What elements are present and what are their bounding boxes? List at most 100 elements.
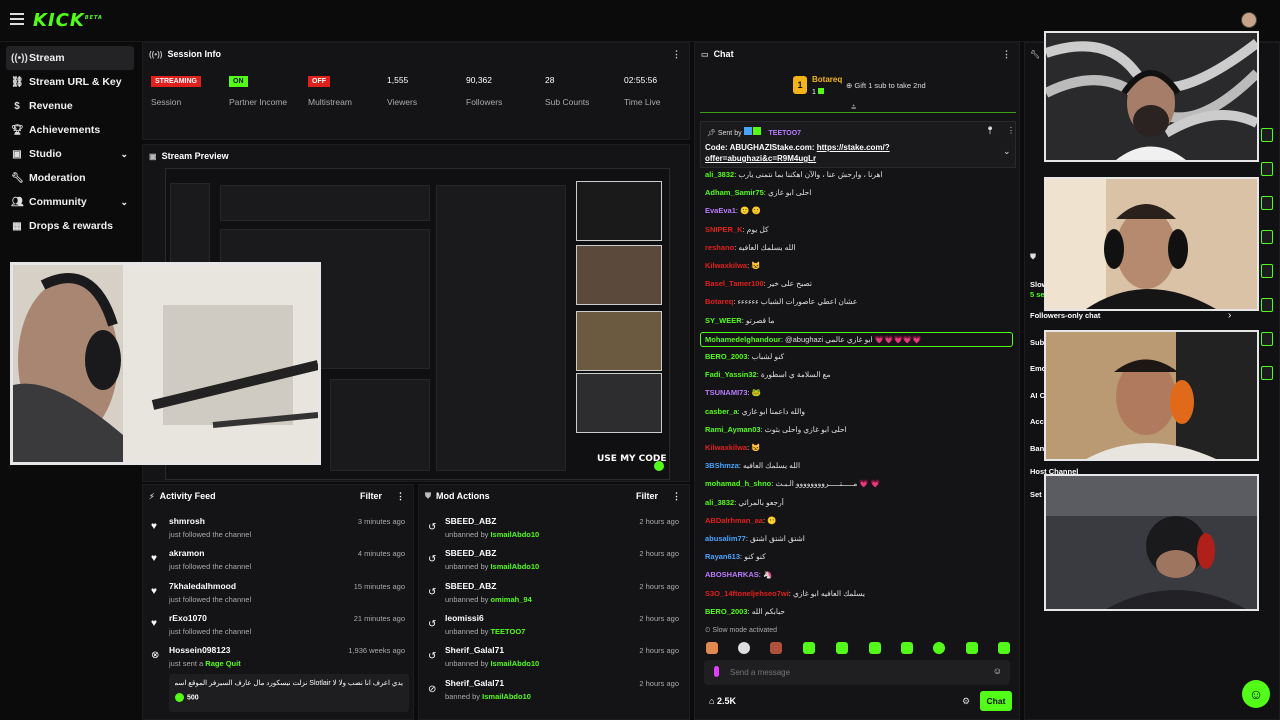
chat-username[interactable]: ABDalrhman_aa bbox=[705, 516, 763, 525]
feed-username[interactable]: akramon bbox=[169, 548, 204, 558]
chat-username[interactable]: EvaEva1 bbox=[705, 206, 736, 215]
more-options-icon[interactable]: ⋮ bbox=[1002, 49, 1011, 60]
sent-by-user[interactable]: TEETOO7 bbox=[769, 130, 802, 137]
setting-account-age[interactable]: Acc bbox=[1030, 417, 1044, 426]
chat-username[interactable]: Botareq bbox=[705, 297, 733, 306]
sidebar-item-stream-url[interactable]: ⛓ Stream URL & Key bbox=[6, 70, 134, 94]
mod-by[interactable]: TEETOO7 bbox=[490, 627, 525, 636]
settings-gear-icon[interactable]: ⚙ bbox=[962, 696, 970, 707]
kick-logo[interactable]: KICKBETA bbox=[33, 10, 103, 31]
chevron-right-icon[interactable]: › bbox=[1228, 310, 1231, 321]
setting-ai-chat[interactable]: AI C bbox=[1030, 391, 1045, 400]
chat-username[interactable]: S3O_14ftoneljehseo7wi bbox=[705, 589, 789, 598]
chat-username[interactable]: reshano bbox=[705, 243, 734, 252]
toggle-icon[interactable] bbox=[1261, 332, 1273, 346]
toggle-icon[interactable] bbox=[1261, 298, 1273, 312]
sidebar-item-drops[interactable]: ▦ Drops & rewards bbox=[6, 214, 134, 238]
hamburger-menu-icon[interactable] bbox=[10, 13, 24, 25]
setting-banned-words[interactable]: Ban bbox=[1030, 444, 1044, 453]
feed-username[interactable]: rExo1070 bbox=[169, 613, 207, 623]
chat-username[interactable]: Rami_Ayman03 bbox=[705, 425, 761, 434]
chevron-down-icon[interactable]: ⌄ bbox=[120, 197, 128, 208]
chat-username[interactable]: BERO_2003 bbox=[705, 352, 748, 361]
chat-username[interactable]: Adham_Samir75 bbox=[705, 188, 764, 197]
mod-by[interactable]: IsmailAbdo10 bbox=[490, 659, 539, 668]
mod-target[interactable]: SBEED_ABZ bbox=[445, 581, 496, 591]
more-options-icon[interactable]: ⋮ bbox=[672, 491, 681, 502]
chat-username[interactable]: TSUNAMI73 bbox=[705, 388, 748, 397]
chat-username[interactable]: Basel_Tamer100 bbox=[705, 279, 764, 288]
chat-username[interactable]: casber_a bbox=[705, 407, 738, 416]
filter-button[interactable]: Filter bbox=[360, 491, 382, 501]
mod-by[interactable]: omimah_94 bbox=[490, 595, 531, 604]
toggle-icon[interactable] bbox=[1261, 230, 1273, 244]
emote-button[interactable] bbox=[933, 642, 945, 654]
partner-badge[interactable]: ON bbox=[229, 76, 248, 87]
emote-button[interactable] bbox=[966, 642, 978, 654]
mod-target[interactable]: Sherif_Galal71 bbox=[445, 678, 504, 688]
chat-username[interactable]: ali_3832 bbox=[705, 498, 734, 507]
emoji-icon[interactable]: ☺ bbox=[993, 666, 1002, 676]
emote-button[interactable] bbox=[706, 642, 718, 654]
setting-followers-only[interactable]: Followers-only chat bbox=[1030, 311, 1100, 320]
setting-settings[interactable]: Set bbox=[1030, 490, 1042, 499]
mod-target[interactable]: SBEED_ABZ bbox=[445, 548, 496, 558]
emote-button[interactable] bbox=[738, 642, 750, 654]
chat-username[interactable]: Rayan613 bbox=[705, 552, 740, 561]
microphone-icon[interactable] bbox=[714, 666, 719, 677]
chat-username[interactable]: Kilwaxkilwa bbox=[705, 261, 747, 270]
mod-target[interactable]: leomissi6 bbox=[445, 613, 484, 623]
sidebar-item-community[interactable]: 👥︎ Community ⌄ bbox=[6, 190, 134, 214]
multistream-badge[interactable]: OFF bbox=[308, 76, 330, 87]
chat-message-input[interactable] bbox=[730, 664, 980, 681]
sidebar-item-revenue[interactable]: $ Revenue bbox=[6, 94, 134, 118]
mod-by[interactable]: IsmailAbdo10 bbox=[482, 692, 531, 701]
toggle-icon[interactable] bbox=[1261, 196, 1273, 210]
chat-username[interactable]: 3BShmza bbox=[705, 461, 739, 470]
chat-username[interactable]: ABOSHARKAS bbox=[705, 570, 759, 579]
user-avatar[interactable] bbox=[1241, 12, 1257, 28]
feed-username[interactable]: 7khaledalhmood bbox=[169, 581, 236, 591]
gifter-name[interactable]: Botareq bbox=[812, 75, 842, 84]
emote-button[interactable] bbox=[770, 642, 782, 654]
chat-username[interactable]: ali_3832 bbox=[705, 170, 734, 179]
more-options-icon[interactable]: ⋮ bbox=[672, 49, 681, 60]
chat-username[interactable]: Kilwaxkilwa bbox=[705, 443, 747, 452]
gift-sub-button[interactable]: ⊕ Gift 1 sub to take 2nd bbox=[846, 81, 926, 90]
chat-username[interactable]: SY_WEER bbox=[705, 316, 742, 325]
pin-icon[interactable]: 📍︎ bbox=[985, 126, 995, 135]
chat-username[interactable]: Fadi_Yassin32 bbox=[705, 370, 757, 379]
chevron-down-icon[interactable]: ⌄ bbox=[120, 149, 128, 160]
chat-username[interactable]: abusalim77 bbox=[705, 534, 746, 543]
setting-sub-only[interactable]: Sub bbox=[1030, 338, 1044, 347]
mod-target[interactable]: Sherif_Galal71 bbox=[445, 645, 504, 655]
more-options-icon[interactable]: ⋮ bbox=[396, 491, 405, 502]
help-chat-button[interactable]: ☺ bbox=[1242, 680, 1270, 708]
sidebar-item-moderation[interactable]: 🔧︎ Moderation bbox=[6, 166, 134, 190]
more-options-icon[interactable]: ⋮ bbox=[1007, 126, 1015, 135]
chat-username[interactable]: Mohamedelghandour bbox=[705, 335, 781, 344]
filter-button[interactable]: Filter bbox=[636, 491, 658, 501]
feed-username[interactable]: Hossein098123 bbox=[169, 645, 230, 655]
mod-target[interactable]: SBEED_ABZ bbox=[445, 516, 496, 526]
sidebar-item-studio[interactable]: ▣ Studio ⌄ bbox=[6, 142, 134, 166]
chat-username[interactable]: BERO_2003 bbox=[705, 607, 748, 616]
feed-username[interactable]: shmrosh bbox=[169, 516, 205, 526]
emote-button[interactable] bbox=[998, 642, 1010, 654]
chevron-down-icon[interactable]: ⌄ bbox=[1003, 146, 1011, 157]
sidebar-item-achievements[interactable]: 🏆︎ Achievements bbox=[6, 118, 134, 142]
emote-button[interactable] bbox=[869, 642, 881, 654]
chat-username[interactable]: mohamad_h_shno bbox=[705, 479, 771, 488]
mod-by[interactable]: IsmailAbdo10 bbox=[490, 562, 539, 571]
emote-button[interactable] bbox=[901, 642, 913, 654]
toggle-icon[interactable] bbox=[1261, 264, 1273, 278]
sidebar-item-stream[interactable]: ((•)) Stream bbox=[6, 46, 134, 70]
toggle-icon[interactable] bbox=[1261, 162, 1273, 176]
toggle-icon[interactable] bbox=[1261, 128, 1273, 142]
mod-by[interactable]: IsmailAbdo10 bbox=[490, 530, 539, 539]
chat-username[interactable]: SNIPER_K bbox=[705, 225, 743, 234]
emote-button[interactable] bbox=[836, 642, 848, 654]
chat-input-box[interactable]: ☺ bbox=[704, 660, 1010, 685]
emote-button[interactable] bbox=[803, 642, 815, 654]
toggle-icon[interactable] bbox=[1261, 366, 1273, 380]
